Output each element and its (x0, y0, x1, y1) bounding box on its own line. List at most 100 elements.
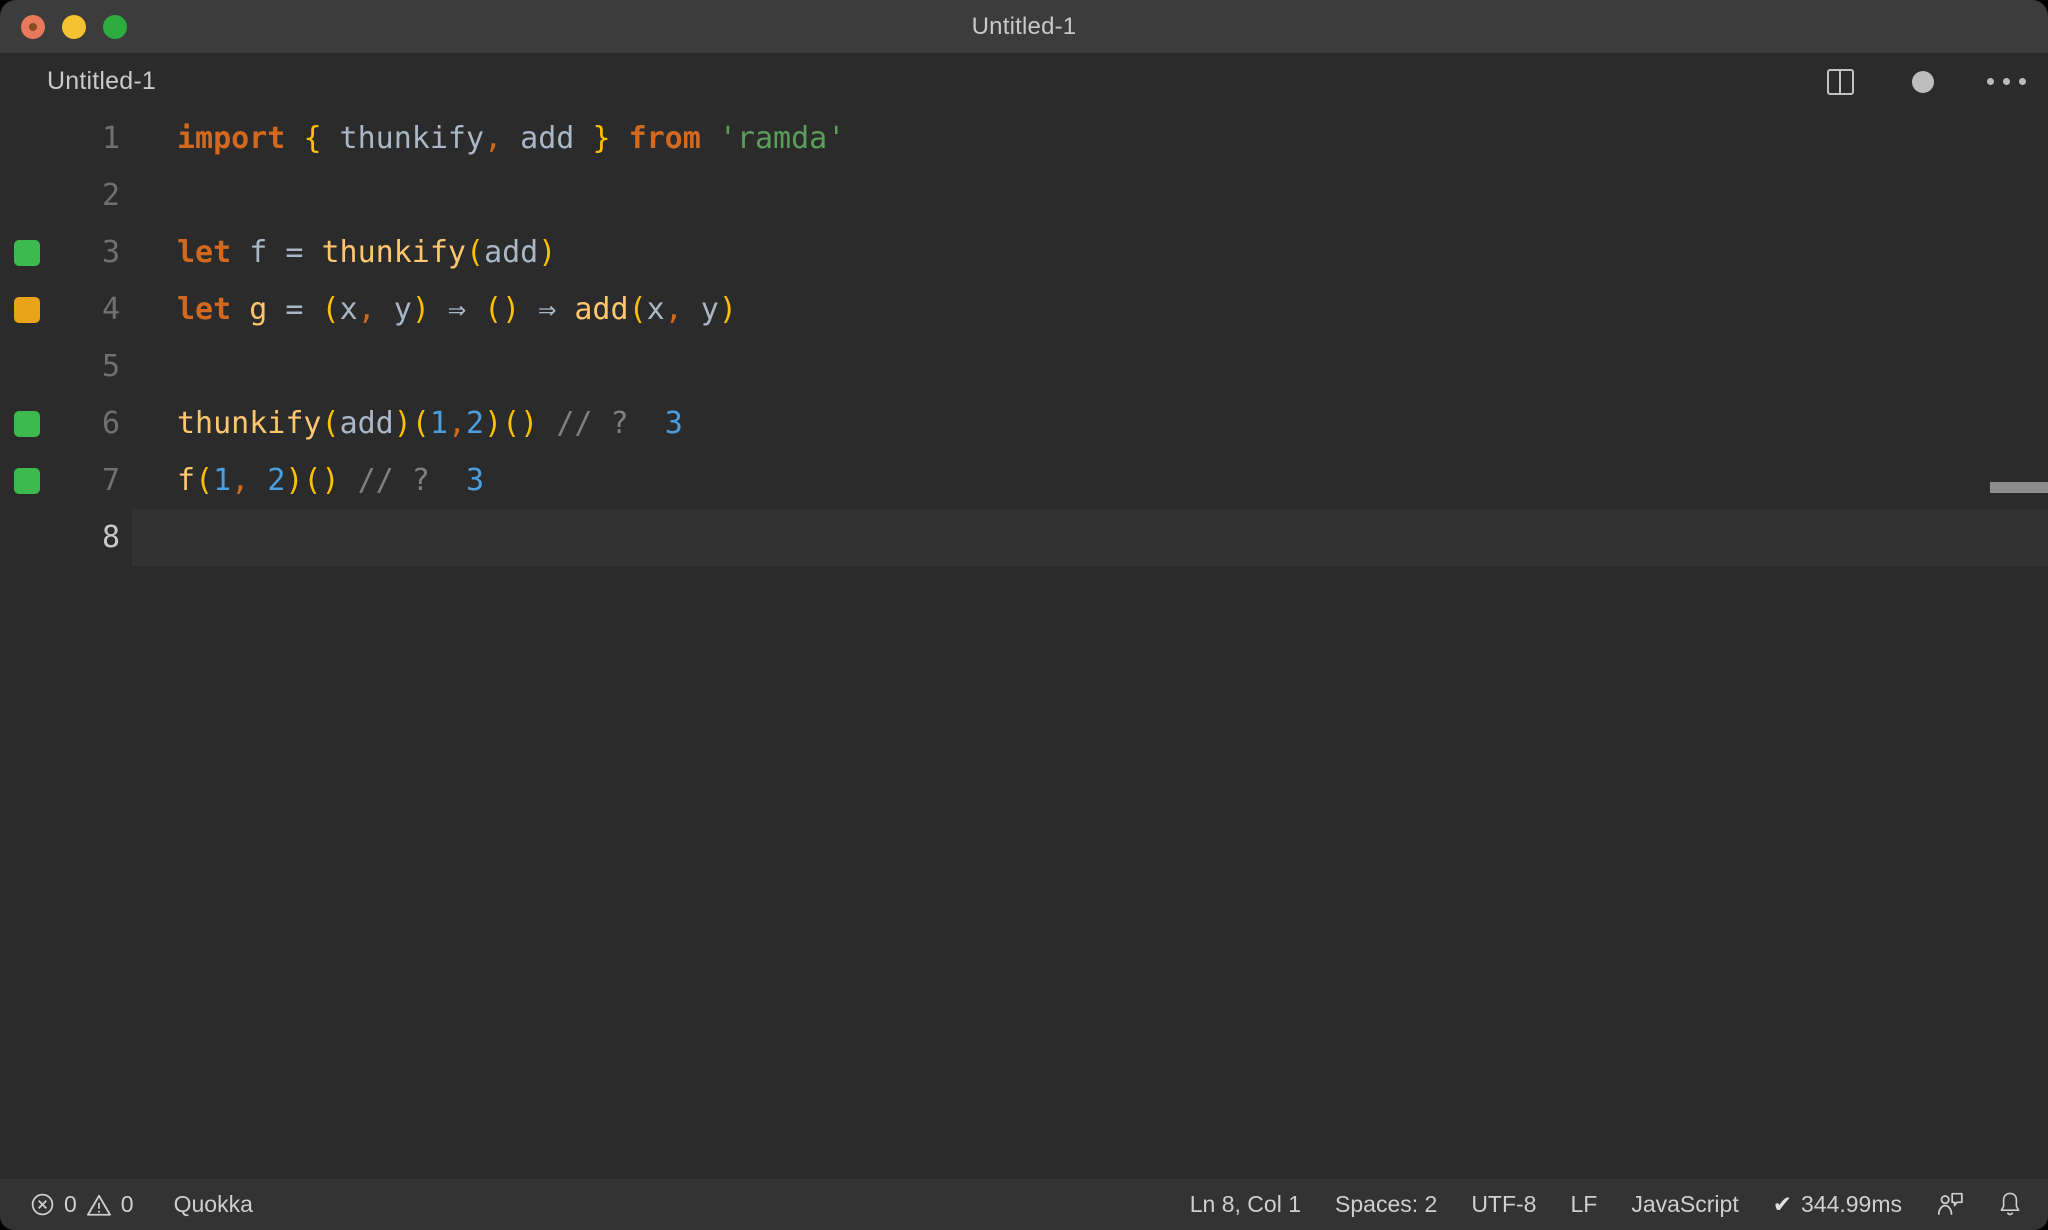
quokka-status[interactable]: Quokka (174, 1191, 253, 1218)
cursor-position-status[interactable]: Ln 8, Col 1 (1190, 1191, 1301, 1218)
close-icon (29, 22, 37, 31)
code-token: ) (538, 235, 557, 270)
more-actions-icon (1986, 78, 2026, 85)
encoding-status[interactable]: UTF-8 (1471, 1191, 1536, 1218)
code-token: , (484, 121, 503, 156)
code-token: ( (195, 463, 214, 498)
quokka-gutter-marker-green[interactable] (14, 239, 40, 266)
quokka-gutter-marker-orange[interactable] (14, 296, 40, 323)
quokka-gutter-marker-green[interactable] (14, 467, 40, 494)
code-token: f (231, 235, 286, 270)
status-bar: 0 0 Quokka Ln 8, Col 1 Spaces: 2 UTF-8 L… (0, 1179, 2048, 1230)
tab-untitled-1[interactable]: Untitled-1 (0, 53, 156, 110)
problems-status[interactable]: 0 0 (30, 1191, 134, 1218)
code-token: ⇒ (447, 292, 466, 327)
code-line[interactable]: 8 (0, 509, 2048, 566)
code-line-text[interactable] (132, 509, 2048, 566)
code-token: ( (466, 235, 485, 270)
code-token: thunkify (177, 406, 322, 441)
code-token: , (357, 292, 376, 327)
code-token: 1 (213, 463, 232, 498)
code-token: = (285, 292, 304, 327)
split-editor-icon (1826, 68, 1854, 95)
feedback-person-icon (1937, 1192, 1963, 1215)
code-line[interactable]: 2 (0, 167, 2048, 224)
editor-window: Untitled-1 Untitled-1 1 import { thunkify… (0, 0, 2048, 1230)
maximize-window-button[interactable] (103, 14, 127, 39)
code-line[interactable]: 6 thunkify(add)(1,2)() // ? 3 (0, 395, 2048, 452)
code-token: )() (285, 463, 340, 498)
code-token: } (592, 121, 611, 156)
code-line-text[interactable]: let g = (x, y) ⇒ () ⇒ add(x, y) (132, 281, 2048, 338)
code-token: , (231, 463, 250, 498)
tab-actions (1822, 53, 2026, 110)
code-token: from (628, 121, 701, 156)
code-token: 2 (466, 406, 485, 441)
code-token: ) (411, 292, 430, 327)
feedback-button[interactable] (1936, 1191, 1964, 1219)
code-token: = (285, 235, 304, 270)
code-token: add (502, 121, 593, 156)
code-line[interactable]: 7 f(1, 2)() // ? 3 (0, 452, 2048, 509)
code-token: thunkify (321, 121, 485, 156)
code-line-text[interactable]: let f = thunkify(add) (132, 224, 2048, 281)
eol-status[interactable]: LF (1570, 1191, 1597, 1218)
indentation-status[interactable]: Spaces: 2 (1335, 1191, 1437, 1218)
overview-ruler-mark[interactable] (1990, 482, 2048, 493)
code-token: ( (321, 406, 340, 441)
check-icon: ✔ (1772, 1191, 1792, 1217)
bell-icon (2000, 1192, 2020, 1216)
code-token: f (177, 463, 196, 498)
code-token: add (484, 235, 539, 270)
code-token: x (339, 292, 358, 327)
code-token: 1 (429, 406, 448, 441)
line-number: 2 (101, 178, 120, 213)
code-token: 2 (267, 463, 286, 498)
code-token: ) (718, 292, 737, 327)
language-mode-status[interactable]: JavaScript (1631, 1191, 1738, 1218)
window-title: Untitled-1 (971, 13, 1077, 40)
notifications-button[interactable] (1998, 1191, 2022, 1218)
code-line[interactable]: 1 import { thunkify, add } from 'ramda' (0, 110, 2048, 167)
code-token: // ? (357, 463, 430, 498)
split-editor-button[interactable] (1822, 64, 1858, 100)
code-line[interactable]: 4 let g = (x, y) ⇒ () ⇒ add(x, y) (0, 281, 2048, 338)
runtime-status[interactable]: ✔ 344.99ms (1773, 1191, 1902, 1218)
code-token: ( (321, 292, 340, 327)
code-token: let (177, 292, 232, 327)
quokka-gutter-marker-green[interactable] (14, 410, 40, 437)
unsaved-indicator-button[interactable] (1905, 64, 1941, 100)
code-line-text[interactable]: thunkify(add)(1,2)() // ? 3 (132, 395, 2048, 452)
code-token: 3 (664, 406, 683, 441)
code-token: x (646, 292, 665, 327)
code-token: g (249, 292, 268, 327)
close-window-button[interactable] (21, 14, 45, 39)
runtime-duration: 344.99ms (1800, 1191, 1902, 1217)
code-token: { (303, 121, 322, 156)
code-line-text[interactable] (132, 167, 2048, 224)
code-line-text[interactable]: import { thunkify, add } from 'ramda' (132, 110, 2048, 167)
code-line-text[interactable]: f(1, 2)() // ? 3 (132, 452, 2048, 509)
code-line[interactable]: 3 let f = thunkify(add) (0, 224, 2048, 281)
code-line[interactable]: 5 (0, 338, 2048, 395)
minimize-window-button[interactable] (62, 14, 86, 39)
status-bar-right: Ln 8, Col 1 Spaces: 2 UTF-8 LF JavaScrip… (1190, 1191, 2048, 1219)
code-line-text[interactable] (132, 338, 2048, 395)
code-editor[interactable]: 1 import { thunkify, add } from 'ramda' 2 3… (0, 110, 2048, 1179)
code-token: let (177, 235, 232, 270)
code-token: add (574, 292, 629, 327)
more-actions-button[interactable] (1986, 64, 2026, 100)
code-token: , (664, 292, 683, 327)
